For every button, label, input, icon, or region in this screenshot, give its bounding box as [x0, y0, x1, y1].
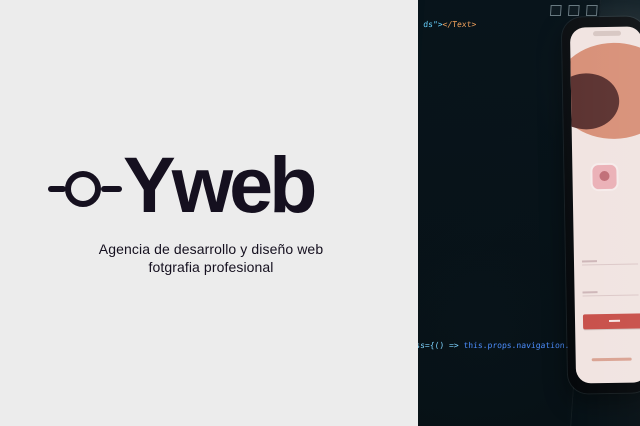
- window-control-icon: [585, 5, 598, 16]
- phone-avatar-icon: [592, 164, 617, 190]
- phone-input-line: [581, 252, 639, 266]
- logo-mark-icon: [48, 165, 122, 213]
- window-control-icon: [549, 5, 562, 16]
- brand-panel: Yweb Agencia de desarrollo y diseño web …: [0, 0, 418, 426]
- logo-mark-left-line: [48, 186, 66, 192]
- code-line-top-prefix: ds">: [423, 20, 443, 29]
- brand-wordmark: Yweb: [123, 140, 317, 229]
- phone-primary-button: [582, 313, 640, 330]
- window-control-icon: [567, 5, 580, 16]
- brand-tagline-line-2: fotgrafia profesional: [148, 259, 274, 275]
- phone-screen: [569, 26, 640, 384]
- logo-mark-right-line: [101, 186, 122, 192]
- code-line-top: ds"></Text>: [423, 20, 477, 30]
- window-controls: [549, 5, 598, 16]
- brand-tagline: Agencia de desarrollo y diseño web fotgr…: [81, 240, 341, 276]
- code-line-bottom-prefix: Press={() =>: [418, 341, 459, 350]
- brand-tagline-line-1: Agencia de desarrollo y diseño web: [98, 241, 324, 257]
- phone-input-line: [582, 283, 639, 297]
- phone-notch: [592, 30, 622, 37]
- phone-bottom-link: [591, 357, 632, 362]
- code-line-top-accent: </Text>: [442, 20, 477, 29]
- logo-mark-ring: [65, 171, 101, 207]
- brand-logo: Yweb: [48, 140, 378, 230]
- smartphone-mockup: [561, 16, 640, 394]
